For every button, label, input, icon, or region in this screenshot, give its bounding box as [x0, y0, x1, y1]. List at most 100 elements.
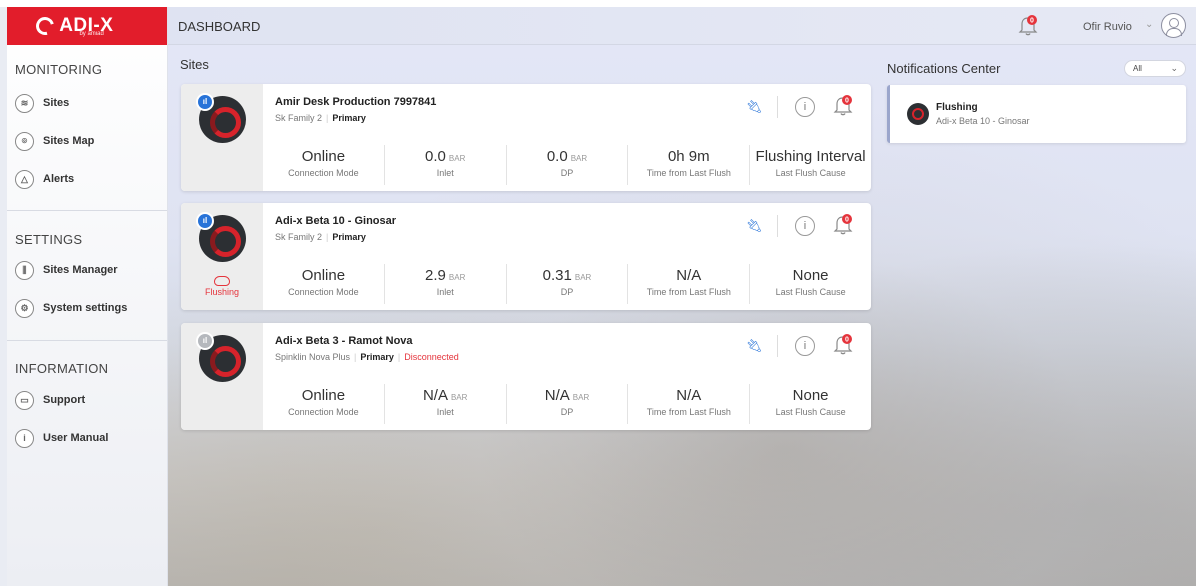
info-icon[interactable]: i: [795, 97, 815, 117]
device-icon: [907, 103, 929, 125]
site-role: Primary: [332, 232, 366, 242]
avatar[interactable]: [1161, 13, 1186, 38]
section-title-monitoring: MONITORING: [15, 62, 103, 77]
metric-unit: BAR: [572, 393, 590, 402]
metric-connection-mode: Online Connection Mode: [263, 264, 385, 304]
site-name[interactable]: Amir Desk Production 7997841: [275, 96, 436, 108]
notifications-filter-select[interactable]: All ⌄: [1124, 60, 1186, 77]
notifications-button[interactable]: 0: [1016, 13, 1040, 37]
logo-sub: by amiad: [79, 31, 104, 37]
brand-logo[interactable]: ADI-X by amiad: [7, 7, 167, 45]
nav-item-sites[interactable]: ≋ Sites: [7, 90, 167, 116]
nav-item-user-manual[interactable]: i User Manual: [7, 425, 167, 451]
gear-icon: ⚙: [15, 298, 34, 318]
site-family: Sk Family 2: [275, 113, 323, 123]
alert-count: 0: [845, 337, 849, 344]
section-title-settings: SETTINGS: [15, 232, 83, 247]
section-title-information: INFORMATION: [15, 361, 109, 376]
metric-unit: BAR: [570, 154, 588, 163]
metric-label: Connection Mode: [288, 287, 359, 297]
metric-label: DP: [560, 287, 574, 297]
chevron-down-icon[interactable]: ⌄: [1145, 19, 1153, 30]
metric-label: Connection Mode: [288, 407, 359, 417]
bell-icon: 0: [1018, 15, 1038, 36]
alert-count: 0: [845, 98, 849, 105]
flushing-status: Flushing: [181, 276, 263, 297]
metric-value: 0.0: [546, 148, 568, 165]
metric-unit: BAR: [448, 154, 466, 163]
nav-item-sites-map[interactable]: ⌾ Sites Map: [7, 128, 167, 154]
site-alerts-button[interactable]: 0: [831, 212, 855, 236]
nav-item-sites-manager[interactable]: ⫼ Sites Manager: [7, 257, 167, 283]
metric-label: DP: [560, 407, 574, 417]
metric-label: Time from Last Flush: [646, 407, 731, 417]
nav-item-label: Sites Map: [43, 135, 95, 147]
info-icon[interactable]: i: [795, 216, 815, 236]
sidebar: ADI-X by amiad MONITORING ≋ Sites ⌾ Site…: [7, 7, 168, 586]
alert-count: 0: [845, 217, 849, 224]
sites-section-title: Sites: [180, 57, 209, 72]
notification-title: Flushing: [936, 102, 978, 113]
metric-value: Online: [301, 387, 346, 404]
metric-unit: BAR: [450, 393, 468, 402]
nav-item-alerts[interactable]: △ Alerts: [7, 166, 167, 192]
layers-icon: ≋: [15, 93, 34, 113]
metric-label: Last Flush Cause: [775, 287, 846, 297]
bell-icon: △: [15, 169, 34, 189]
metric-inlet: 0.0 BAR Inlet: [385, 145, 507, 185]
user-name[interactable]: Ofir Ruvio: [1083, 21, 1132, 33]
site-device-panel: ıl: [181, 84, 263, 191]
metric-value: N/A: [544, 387, 570, 404]
notification-item[interactable]: Flushing Adi-x Beta 10 - Ginosar: [887, 85, 1186, 143]
metric-value: 0h 9m: [667, 148, 710, 165]
site-role: Primary: [360, 352, 394, 362]
metric-value: None: [792, 267, 829, 284]
info-icon[interactable]: i: [795, 336, 815, 356]
plug-icon: 🔌︎: [746, 218, 763, 233]
notification-subtitle: Adi-x Beta 10 - Ginosar: [936, 116, 1030, 126]
metric-last-flush-cause: None Last Flush Cause: [750, 384, 871, 424]
sidebar-divider: [7, 340, 167, 341]
metric-last-flush-cause: Flushing Interval Last Flush Cause: [750, 145, 871, 185]
site-name[interactable]: Adi-x Beta 10 - Ginosar: [275, 215, 396, 227]
metric-dp: 0.31 BAR DP: [507, 264, 629, 304]
plug-icon: 🔌︎: [746, 99, 763, 114]
metric-value: 0.0: [425, 148, 446, 165]
metric-value: N/A: [676, 267, 702, 284]
metric-label: Last Flush Cause: [775, 407, 846, 417]
metric-label: Connection Mode: [288, 168, 359, 178]
divider: [777, 335, 778, 357]
metric-label: Time from Last Flush: [646, 287, 731, 297]
divider: [777, 215, 778, 237]
site-name[interactable]: Adi-x Beta 3 - Ramot Nova: [275, 335, 413, 347]
metric-time-from-last-flush: N/A Time from Last Flush: [628, 264, 751, 304]
site-status-note: Disconnected: [404, 352, 459, 362]
filter-value: All: [1133, 64, 1142, 73]
metric-label: DP: [560, 168, 574, 178]
site-alerts-button[interactable]: 0: [831, 332, 855, 356]
notification-count: 0: [1030, 18, 1034, 25]
site-metrics: Online Connection Mode 0.0 BAR Inlet 0.0 BAR…: [263, 145, 871, 185]
plug-icon: 🔌︎: [746, 338, 763, 353]
site-card[interactable]: ıl Amir Desk Production 7997841 Sk Famil…: [181, 84, 871, 191]
site-metrics: Online Connection Mode 2.9 BAR Inlet 0.31 BA…: [263, 264, 871, 304]
metric-label: Inlet: [436, 168, 454, 178]
site-alerts-button[interactable]: 0: [831, 93, 855, 117]
metric-value: Flushing Interval: [755, 148, 866, 165]
nav-item-label: System settings: [43, 302, 128, 314]
metric-time-from-last-flush: N/A Time from Last Flush: [628, 384, 751, 424]
site-card[interactable]: ıl Adi-x Beta 3 - Ramot Nova Spinklin No…: [181, 323, 871, 430]
site-card[interactable]: ıl Flushing Adi-x Beta 10 - Ginosar Sk F…: [181, 203, 871, 310]
nav-item-system-settings[interactable]: ⚙ System settings: [7, 295, 167, 321]
metric-value: 0.31: [542, 267, 572, 284]
page-title: DASHBOARD: [178, 19, 261, 34]
top-strip: [0, 0, 1196, 7]
metric-value: N/A: [676, 387, 702, 404]
metric-value: 2.9: [425, 267, 446, 284]
metric-label: Last Flush Cause: [775, 168, 846, 178]
signal-icon: ıl: [196, 212, 214, 230]
flushing-icon: [214, 276, 230, 286]
site-subtitle: Sk Family 2 | Primary: [275, 232, 366, 242]
metric-dp: N/A BAR DP: [507, 384, 629, 424]
nav-item-support[interactable]: ▭ Support: [7, 387, 167, 413]
